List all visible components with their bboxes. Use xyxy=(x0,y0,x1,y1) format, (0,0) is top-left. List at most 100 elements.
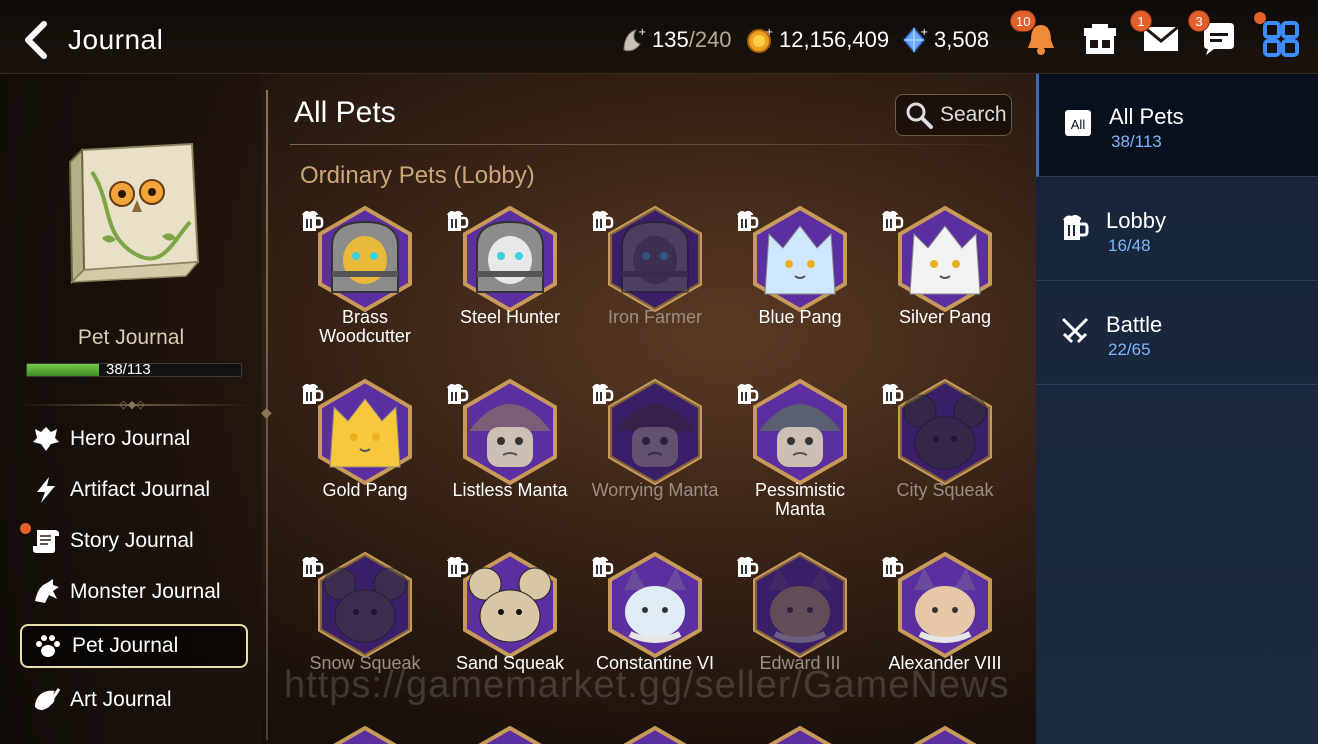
lightning-icon xyxy=(30,474,62,506)
beer-mug-icon xyxy=(880,208,906,232)
all-icon: All xyxy=(1063,108,1093,138)
beer-mug-icon xyxy=(1060,212,1090,242)
pet-portrait xyxy=(455,550,565,660)
divider-ornament: ◆ xyxy=(261,404,272,420)
pet-card[interactable]: Brass Woodcutter xyxy=(290,204,430,374)
pet-name: Blue Pang xyxy=(758,307,842,327)
beer-mug-icon xyxy=(735,554,761,578)
menu-story-journal[interactable]: Story Journal xyxy=(20,519,248,563)
pet-card[interactable]: Blue Pang xyxy=(725,204,865,374)
beer-mug-icon xyxy=(590,554,616,578)
beer-mug-icon xyxy=(445,554,471,578)
pet-portrait xyxy=(310,377,420,487)
pet-card[interactable]: City Squeak xyxy=(870,377,1010,547)
beer-mug-icon xyxy=(880,381,906,405)
monster-icon xyxy=(30,576,62,608)
pet-card[interactable]: Steel Hunter xyxy=(435,204,575,374)
pet-name: Worrying Manta xyxy=(591,480,719,500)
pet-portrait-partial xyxy=(745,724,855,744)
divider xyxy=(290,144,1020,145)
svg-text:+: + xyxy=(765,27,773,38)
category-title: Ordinary Pets (Lobby) xyxy=(300,162,535,189)
chat-button[interactable]: 3 xyxy=(1188,10,1240,60)
pet-portrait xyxy=(455,377,565,487)
pet-portrait-partial xyxy=(890,724,1000,744)
beer-mug-icon xyxy=(880,554,906,578)
pet-name: Steel Hunter xyxy=(459,307,561,327)
menu-monster-journal[interactable]: Monster Journal xyxy=(20,570,248,614)
pet-name: Pessimistic Manta xyxy=(754,480,845,519)
shop-icon xyxy=(1084,24,1116,54)
notifications-button[interactable]: 10 xyxy=(1010,10,1062,60)
notification-badge: 10 xyxy=(1010,10,1037,32)
scroll-icon xyxy=(30,525,62,557)
paw-icon xyxy=(32,630,64,662)
pet-card[interactable]: Pessimistic Manta xyxy=(725,377,865,547)
pet-name: Gold Pang xyxy=(322,480,408,500)
pet-portrait xyxy=(455,204,565,314)
pet-card[interactable]: Listless Manta xyxy=(435,377,575,547)
pet-portrait xyxy=(600,204,710,314)
pet-portrait xyxy=(745,550,855,660)
category-battle[interactable]: Battle 22/65 xyxy=(1036,282,1318,385)
grid-menu-icon xyxy=(1263,21,1299,57)
gold-counter[interactable]: + 12,156,409 xyxy=(745,26,889,54)
stamina-icon: + xyxy=(618,26,646,54)
svg-text:+: + xyxy=(920,27,928,38)
pet-portrait-partial xyxy=(310,724,420,744)
watermark: https://gamemarket.gg/seller/GameNews xyxy=(284,664,1010,706)
category-panel: All All Pets 38/113 Lobby 16/48 Battle 2… xyxy=(1036,74,1318,744)
menu-art-journal[interactable]: Art Journal xyxy=(20,678,248,722)
pet-portrait-partial xyxy=(455,724,565,744)
pet-card[interactable]: Worrying Manta xyxy=(580,377,720,547)
beer-mug-icon xyxy=(590,208,616,232)
beer-mug-icon xyxy=(445,208,471,232)
menu-button[interactable] xyxy=(1254,12,1302,60)
pet-name: City Squeak xyxy=(896,480,994,500)
pet-portrait xyxy=(890,204,1000,314)
pet-card[interactable]: Silver Pang xyxy=(870,204,1010,374)
pet-name: Iron Farmer xyxy=(607,307,703,327)
beer-mug-icon xyxy=(735,381,761,405)
svg-text:All: All xyxy=(1071,117,1086,132)
menu-hero-journal[interactable]: Hero Journal xyxy=(20,417,248,461)
next-row-partial xyxy=(280,724,1020,744)
gold-coin-icon: + xyxy=(745,26,773,54)
category-lobby[interactable]: Lobby 16/48 xyxy=(1036,178,1318,281)
shop-button[interactable] xyxy=(1079,18,1121,60)
beer-mug-icon xyxy=(445,381,471,405)
pet-portrait xyxy=(310,204,420,314)
category-all-pets[interactable]: All All Pets 38/113 xyxy=(1036,74,1318,177)
mail-badge: 1 xyxy=(1130,10,1152,32)
crystal-counter[interactable]: + 3,508 xyxy=(900,26,989,54)
beer-mug-icon xyxy=(300,381,326,405)
search-icon xyxy=(904,100,934,130)
pet-portrait xyxy=(890,550,1000,660)
pet-card[interactable]: Gold Pang xyxy=(290,377,430,547)
pet-portrait xyxy=(890,377,1000,487)
pet-grid-panel: All Pets Search Ordinary Pets (Lobby) Br… xyxy=(280,74,1036,744)
page-title: Journal xyxy=(68,24,164,55)
search-button[interactable]: Search xyxy=(895,94,1012,136)
stamina-counter[interactable]: + 135/240 xyxy=(618,26,732,54)
story-alert-dot xyxy=(20,523,31,534)
pet-card[interactable]: Iron Farmer xyxy=(580,204,720,374)
beer-mug-icon xyxy=(735,208,761,232)
pet-portrait-partial xyxy=(600,724,710,744)
crossed-swords-icon xyxy=(1060,316,1090,346)
pet-name: Listless Manta xyxy=(452,480,568,500)
pet-portrait xyxy=(310,550,420,660)
palette-icon xyxy=(30,684,62,716)
journal-sidebar: Pet Journal 38/113 ◇◆◇ Hero Journal Arti… xyxy=(0,74,262,744)
pet-portrait xyxy=(600,550,710,660)
mail-button[interactable]: 1 xyxy=(1130,10,1182,60)
back-arrow-icon[interactable] xyxy=(18,20,58,60)
journal-name: Pet Journal xyxy=(77,326,185,349)
beer-mug-icon xyxy=(300,554,326,578)
journal-progress-text: 38/113 xyxy=(106,361,151,378)
pet-name: Brass Woodcutter xyxy=(319,307,411,346)
menu-artifact-journal[interactable]: Artifact Journal xyxy=(20,468,248,512)
section-heading: All Pets xyxy=(294,96,396,129)
menu-alert-dot xyxy=(1254,12,1266,24)
menu-pet-journal[interactable]: Pet Journal xyxy=(20,624,248,668)
